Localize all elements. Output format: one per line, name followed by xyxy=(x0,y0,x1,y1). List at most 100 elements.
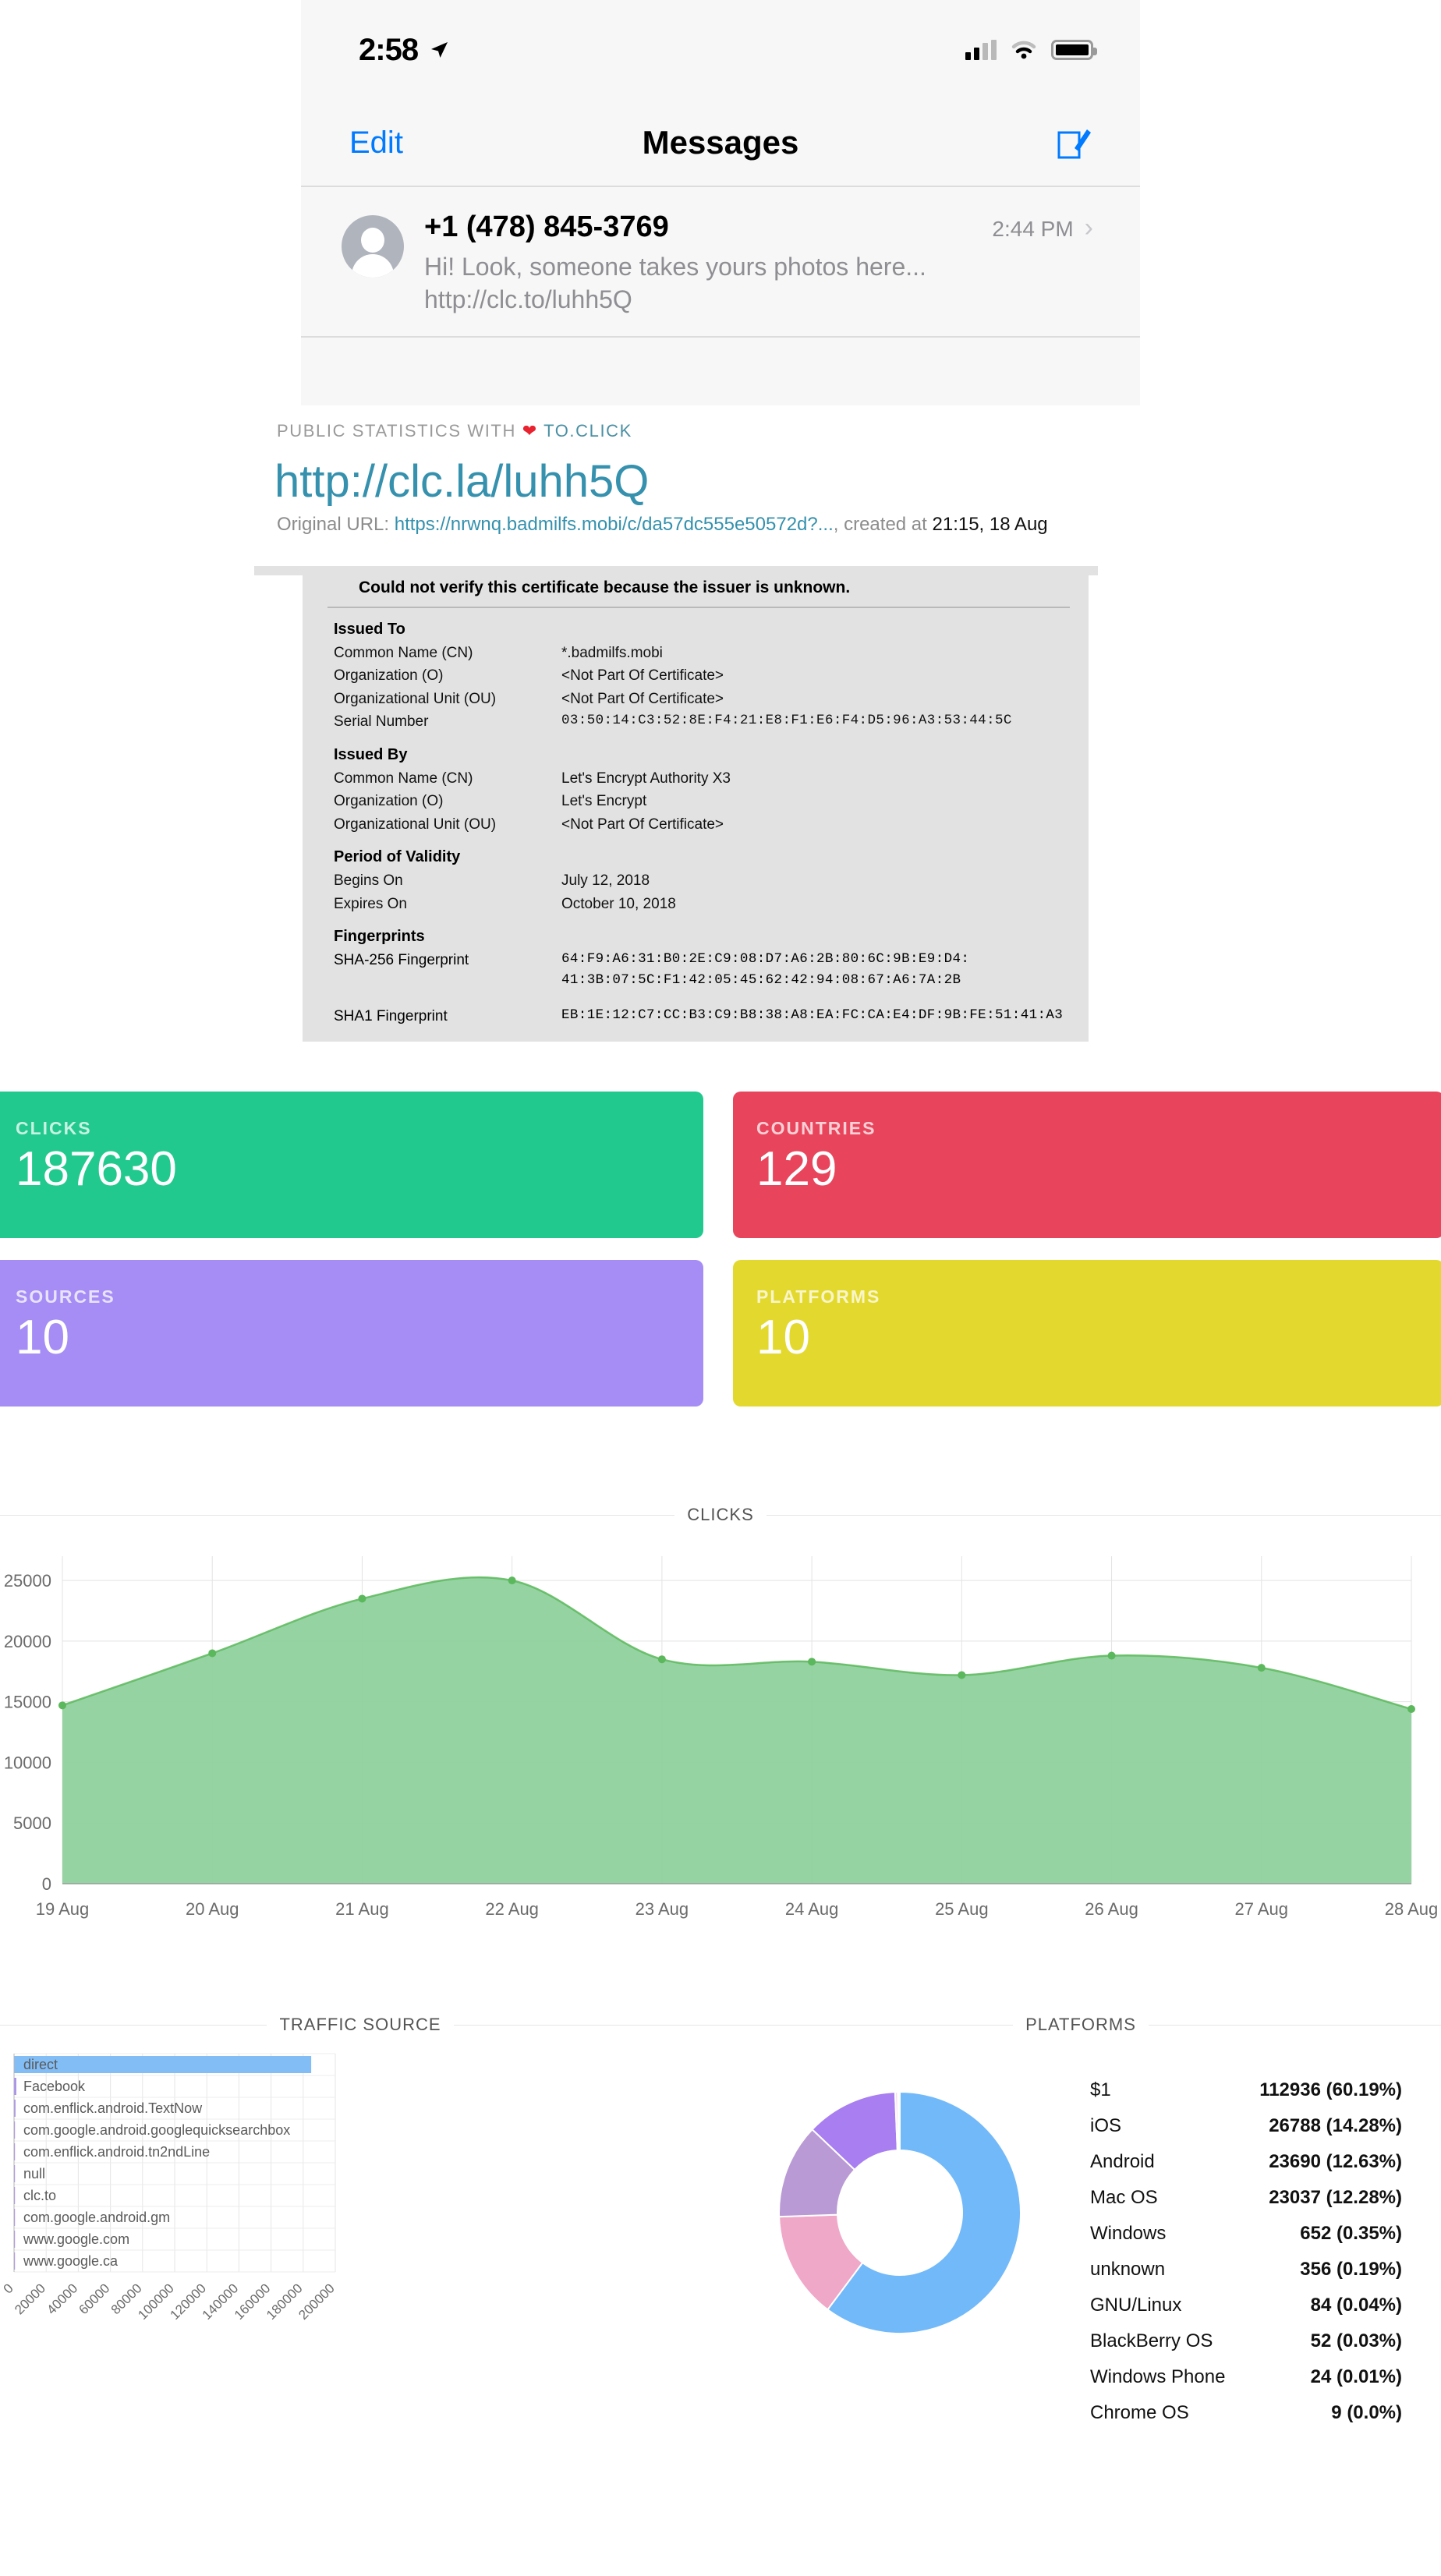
original-url-link[interactable]: https://nrwnq.badmilfs.mobi/c/da57dc555e… xyxy=(395,514,834,535)
short-url-link[interactable]: http://clc.la/luhh5Q xyxy=(0,441,1441,508)
platform-legend-row: Chrome OS 9 (0.0%) xyxy=(1090,2395,1402,2431)
kpi-card-row: SOURCES 10 PLATFORMS 10 xyxy=(0,1260,1441,1428)
kpi-card-sources[interactable]: SOURCES 10 xyxy=(0,1260,703,1407)
certificate-row-key: Organizational Unit (OU) xyxy=(334,690,497,707)
certificate-row-value: October 10, 2018 xyxy=(561,895,676,912)
title-rule-right xyxy=(766,1514,1441,1516)
svg-text:com.enflick.android.tn2ndLine: com.enflick.android.tn2ndLine xyxy=(23,2144,210,2160)
clicks-chart-title-bar: CLICKS xyxy=(0,1505,1441,1525)
svg-text:60000: 60000 xyxy=(76,2281,113,2317)
ios-messages-panel: 2:58 Edit Messages +1 (478) 845-3769 2:4… xyxy=(301,0,1140,405)
platforms-title: PLATFORMS xyxy=(1025,2015,1136,2034)
certificate-row-key: Organization (O) xyxy=(334,793,444,810)
certificate-row-value: <Not Part Of Certificate> xyxy=(561,667,724,685)
title-rule-left xyxy=(0,2024,267,2026)
platform-value: 26788 (14.28%) xyxy=(1269,2115,1402,2136)
page-title: Messages xyxy=(642,124,799,161)
public-statistics-prefix: PUBLIC STATISTICS WITH xyxy=(277,421,516,441)
certificate-row-value: 03:50:14:C3:52:8E:F4:21:E8:F1:E6:F4:D5:9… xyxy=(561,713,1012,729)
platform-name: unknown xyxy=(1090,2259,1166,2280)
message-preview: Hi! Look, someone takes yours photos her… xyxy=(424,253,926,314)
certificate-row-key: Expires On xyxy=(334,895,407,912)
certificate-row-value: Let's Encrypt xyxy=(561,793,647,810)
svg-text:24 Aug: 24 Aug xyxy=(785,1899,839,1919)
platform-value: 23037 (12.28%) xyxy=(1269,2187,1402,2208)
public-statistics-label: PUBLIC STATISTICS WITH ❤ TO.CLICK xyxy=(0,405,1441,441)
title-rule-right xyxy=(1148,2024,1441,2026)
certificate-row-value: Let's Encrypt Authority X3 xyxy=(561,770,731,787)
title-rule-left xyxy=(0,1514,675,1516)
certificate-row: Common Name (CN) *.badmilfs.mobi xyxy=(303,642,1089,664)
person-avatar-icon xyxy=(342,215,404,278)
certificate-row: Begins On July 12, 2018 xyxy=(303,869,1089,892)
title-rule-left xyxy=(720,2024,1014,2026)
platform-name: BlackBerry OS xyxy=(1090,2330,1213,2351)
certificate-sha1-value: EB:1E:12:C7:CC:B3:C9:B8:38:A8:EA:FC:CA:E… xyxy=(561,1007,1064,1024)
certificate-section-heading: Period of Validity xyxy=(334,848,461,866)
traffic-source-title: TRAFFIC SOURCE xyxy=(279,2015,441,2034)
svg-text:28 Aug: 28 Aug xyxy=(1385,1899,1439,1919)
platform-name: Android xyxy=(1090,2151,1155,2172)
svg-text:200000: 200000 xyxy=(296,2281,338,2323)
messages-nav-bar: Edit Messages xyxy=(301,100,1140,187)
kpi-label: SOURCES xyxy=(16,1286,115,1307)
platform-legend-row: Android 23690 (12.63%) xyxy=(1090,2144,1402,2180)
svg-text:20 Aug: 20 Aug xyxy=(186,1899,239,1919)
bottom-charts-row: TRAFFIC SOURCE 0 20000 40000 60000 80000 1000… xyxy=(0,2012,1441,2576)
certificate-sha256-line2: 41:3B:07:5C:F1:42:05:45:62:42:94:08:67:A… xyxy=(561,972,961,989)
platform-legend-row: unknown 356 (0.19%) xyxy=(1090,2252,1402,2288)
kpi-label: PLATFORMS xyxy=(756,1286,881,1307)
platform-name: GNU/Linux xyxy=(1090,2295,1182,2316)
svg-text:www.google.ca: www.google.ca xyxy=(23,2253,119,2269)
edit-button[interactable]: Edit xyxy=(349,126,403,161)
created-at-value: 21:15, 18 Aug xyxy=(932,514,1048,535)
kpi-card-countries[interactable]: COUNTRIES 129 xyxy=(733,1092,1441,1238)
compose-icon[interactable] xyxy=(1056,125,1092,161)
svg-text:Facebook: Facebook xyxy=(23,2079,86,2094)
svg-text:0: 0 xyxy=(42,1874,51,1894)
brand-label: TO.CLICK xyxy=(543,421,632,441)
svg-text:22 Aug: 22 Aug xyxy=(485,1899,539,1919)
certificate-row-key: Organizational Unit (OU) xyxy=(334,816,497,833)
svg-text:23 Aug: 23 Aug xyxy=(636,1899,689,1919)
certificate-row: Serial Number 03:50:14:C3:52:8E:F4:21:E8… xyxy=(303,710,1089,733)
certificate-row: Organization (O) Let's Encrypt xyxy=(303,790,1089,812)
certificate-row-value: <Not Part Of Certificate> xyxy=(561,690,724,707)
kpi-card-platforms[interactable]: PLATFORMS 10 xyxy=(733,1260,1441,1407)
message-sender: +1 (478) 845-3769 xyxy=(424,211,669,243)
original-url-label: Original URL: xyxy=(277,514,390,535)
platform-legend-row: Windows Phone 24 (0.01%) xyxy=(1090,2359,1402,2395)
platform-name: Windows xyxy=(1090,2223,1167,2244)
message-timestamp: 2:44 PM xyxy=(992,217,1074,241)
certificate-row-key: Organization (O) xyxy=(334,667,444,685)
message-list-item[interactable]: +1 (478) 845-3769 2:44 PM › Hi! Look, so… xyxy=(301,187,1140,338)
certificate-row-key: Serial Number xyxy=(334,713,429,731)
certificate-sha1-row: SHA1 Fingerprint EB:1E:12:C7:CC:B3:C9:B8… xyxy=(303,1005,1089,1028)
svg-text:null: null xyxy=(23,2166,45,2181)
kpi-label: CLICKS xyxy=(16,1118,92,1138)
svg-text:19 Aug: 19 Aug xyxy=(36,1899,90,1919)
certificate-section-heading: Issued By xyxy=(334,745,408,763)
heart-icon: ❤ xyxy=(522,421,538,441)
certificate-sha256-row: SHA-256 Fingerprint 64:F9:A6:31:B0:2E:C9… xyxy=(303,949,1089,991)
chevron-right-icon: › xyxy=(1084,213,1093,242)
platform-name: $1 xyxy=(1090,2079,1111,2100)
kpi-card-grid: CLICKS 187630 COUNTRIES 129 SOURCES 10 P… xyxy=(0,1092,1441,1428)
svg-text:20000: 20000 xyxy=(4,1632,51,1651)
clicks-chart-title: CLICKS xyxy=(687,1505,754,1524)
kpi-value: 129 xyxy=(756,1142,837,1196)
platform-value: 84 (0.04%) xyxy=(1310,2295,1402,2316)
platform-legend-row: BlackBerry OS 52 (0.03%) xyxy=(1090,2323,1402,2359)
platform-value: 23690 (12.63%) xyxy=(1269,2151,1402,2172)
svg-text:com.google.android.googlequick: com.google.android.googlequicksearchbox xyxy=(23,2122,290,2138)
platform-value: 9 (0.0%) xyxy=(1331,2402,1402,2423)
traffic-source-canvas: 0200004000060000800001000001200001400001… xyxy=(1,2053,338,2323)
platform-legend-row: Mac OS 23037 (12.28%) xyxy=(1090,2180,1402,2216)
certificate-row: Organization (O) <Not Part Of Certificat… xyxy=(303,664,1089,687)
cellular-signal-icon xyxy=(965,40,997,60)
platforms-donut-canvas xyxy=(778,2090,1021,2334)
certificate-section-heading: Issued To xyxy=(334,621,405,638)
message-content: +1 (478) 845-3769 2:44 PM › Hi! Look, so… xyxy=(424,211,1093,316)
kpi-card-clicks[interactable]: CLICKS 187630 xyxy=(0,1092,703,1238)
traffic-source-title-bar: TRAFFIC SOURCE xyxy=(0,2012,720,2035)
